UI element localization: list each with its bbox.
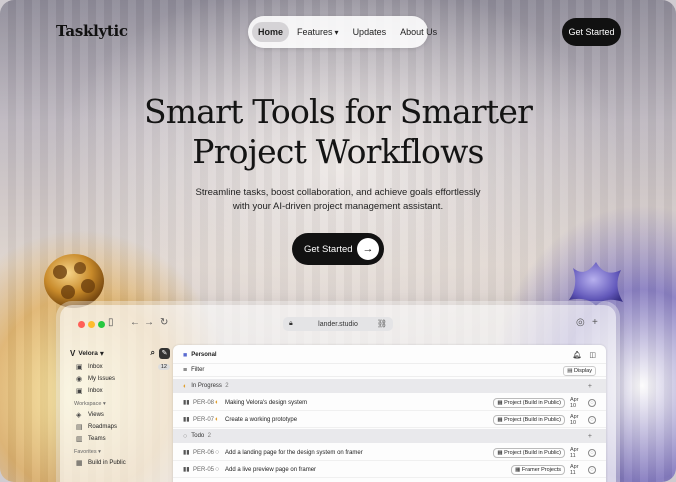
table-row[interactable]: ▮▮ PER-05 ○ Add a live preview page on f… (173, 462, 606, 478)
compose-button[interactable]: ✎ (159, 347, 170, 359)
nav-about-us[interactable]: About Us (394, 22, 443, 42)
table-row[interactable]: ▮▮ PER-07 ◐ Create a working prototype ▦… (173, 412, 606, 428)
forward-icon[interactable]: → (144, 317, 154, 328)
minimize-window-button[interactable] (88, 321, 95, 328)
sidebar-toggle-icon[interactable]: ▯ (108, 317, 114, 328)
priority-icon: ▮▮ (183, 467, 190, 473)
app-sidebar: V Velora ▾ ⌕ ✎ ▣ Inbox 12 ◉ My Issues ▣ Inbo… (70, 345, 170, 482)
priority-icon: ▮▮ (183, 417, 190, 423)
filter-icon: ≡ (183, 366, 188, 374)
table-row[interactable]: ▮▮ PER-06 ○ Add a landing page for the d… (173, 445, 606, 461)
todo-status-icon[interactable]: ○ (215, 449, 225, 456)
todo-status-icon: ○ (183, 432, 188, 440)
panel-header: ■ Personal 🔔︎ ◫ (173, 348, 606, 362)
table-row[interactable]: ▮▮ PER-08 ◐ Making Velora's design syste… (173, 395, 606, 411)
nav-features[interactable]: Features ▾ (291, 22, 345, 42)
new-tab-icon[interactable]: + (592, 317, 598, 328)
project-tag: ▦ Project (Build in Public) (493, 414, 565, 425)
favorites-section-label[interactable]: Favorites ▾ (70, 445, 170, 457)
teams-icon: ▥ (76, 436, 83, 443)
decorative-violet-shape-icon (569, 262, 623, 306)
nav-home[interactable]: Home (252, 22, 290, 42)
inbox-icon: ▣ (76, 364, 83, 371)
close-window-button[interactable] (78, 321, 85, 328)
chevron-down-icon: ▾ (99, 348, 104, 358)
add-issue-icon[interactable]: + (588, 383, 592, 390)
folder-icon: ■ (183, 351, 188, 359)
hero-title: Smart Tools for Smarter Project Workflow… (143, 92, 533, 171)
maximize-window-button[interactable] (98, 321, 105, 328)
chevron-down-icon: ▾ (334, 27, 339, 37)
add-issue-icon[interactable]: + (588, 433, 592, 440)
velora-logo-icon: V (70, 348, 76, 358)
reload-icon[interactable]: ↻ (160, 317, 168, 328)
page-title: Personal (191, 352, 217, 358)
project-tag: ▦ Project (Build in Public) (493, 397, 565, 408)
issues-panel: ■ Personal 🔔︎ ◫ ≡ Filter ▤ Display ◐ In … (173, 345, 606, 482)
sidebar-item-my-issues[interactable]: ◉ My Issues (70, 373, 170, 385)
landing-page: Tasklytic Home Features ▾ Updates About U… (0, 0, 676, 482)
avatar[interactable]: ◌ (588, 398, 596, 407)
nav-updates[interactable]: Updates (347, 22, 393, 42)
decorative-gold-shape-icon (44, 254, 104, 308)
arrow-right-icon: → (357, 238, 379, 260)
address-bar[interactable]: 🔒︎ lander.studio ⛓︎ (283, 317, 393, 331)
sidebar-item-inbox[interactable]: ▣ Inbox 12 (70, 361, 170, 373)
project-tag: ▦ Framer Projects (511, 464, 565, 475)
sidebar-item-build-in-public[interactable]: ▦ Build in Public (70, 457, 170, 469)
display-button[interactable]: ▤ Display (563, 366, 596, 376)
priority-icon: ▮▮ (183, 450, 190, 456)
browser-titlebar: ▯ ← → ↻ 🔒︎ lander.studio ⛓︎ ◎ + (60, 305, 616, 341)
filter-bar: ≡ Filter ▤ Display (173, 363, 606, 377)
project-tag: ▦ Project (Build in Public) (493, 447, 565, 458)
get-started-button-nav[interactable]: Get Started (562, 18, 621, 46)
issues-icon: ◉ (76, 376, 83, 383)
group-todo[interactable]: ○ Todo 2 + (173, 429, 606, 443)
brand-logo[interactable]: Tasklytic (56, 22, 128, 40)
link-icon: ⛓︎ (376, 319, 387, 328)
roadmap-icon: ▤ (76, 424, 83, 431)
filter-button[interactable]: Filter (191, 367, 204, 373)
hero-subtitle: Streamline tasks, boost collaboration, a… (195, 187, 481, 212)
avatar[interactable]: ◌ (588, 448, 596, 457)
inbox-count-badge: 12 (157, 364, 170, 370)
sidebar-item-teams[interactable]: ▥ Teams (70, 433, 170, 445)
notification-icon[interactable]: 🔔︎ (572, 351, 581, 359)
extensions-icon[interactable]: ◎ (576, 317, 585, 328)
views-icon: ◈ (76, 412, 82, 419)
todo-status-icon[interactable]: ○ (215, 466, 225, 473)
grid-icon: ▦ (76, 460, 83, 467)
back-icon[interactable]: ← (130, 317, 140, 328)
main-nav: Home Features ▾ Updates About Us (248, 16, 437, 48)
get-started-button-hero[interactable]: Get Started → (292, 233, 384, 265)
group-in-progress[interactable]: ◐ In Progress 2 + (173, 379, 606, 393)
sidebar-item-views[interactable]: ◈ Views (70, 409, 170, 421)
sidebar-item-inbox-2[interactable]: ▣ Inbox (70, 385, 170, 397)
avatar[interactable]: ◌ (588, 415, 596, 424)
layout-icon[interactable]: ◫ (589, 351, 596, 359)
avatar[interactable]: ◌ (588, 465, 596, 474)
inbox-icon: ▣ (76, 388, 83, 395)
workspace-switcher[interactable]: V Velora ▾ ⌕ ✎ (70, 345, 170, 361)
priority-icon: ▮▮ (183, 400, 190, 406)
search-icon[interactable]: ⌕ (151, 348, 155, 359)
workspace-section-label[interactable]: Workspace ▾ (70, 397, 170, 409)
lock-icon: 🔒︎ (289, 320, 293, 327)
in-progress-status-icon: ◐ (183, 382, 188, 390)
sidebar-item-roadmaps[interactable]: ▤ Roadmaps (70, 421, 170, 433)
in-progress-status-icon[interactable]: ◐ (215, 416, 225, 423)
in-progress-status-icon[interactable]: ◐ (215, 399, 225, 406)
